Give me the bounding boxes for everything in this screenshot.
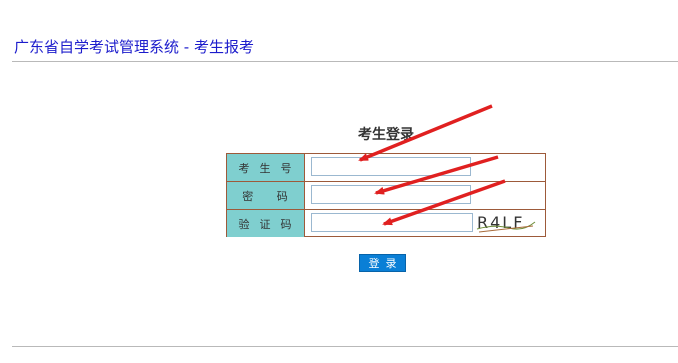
annotation-arrows: [358, 104, 506, 226]
annotation-arrow-3: [382, 179, 506, 226]
footer-divider: [12, 346, 678, 347]
annotation-arrow-1: [358, 104, 493, 162]
annotation-arrow-2: [374, 155, 499, 195]
